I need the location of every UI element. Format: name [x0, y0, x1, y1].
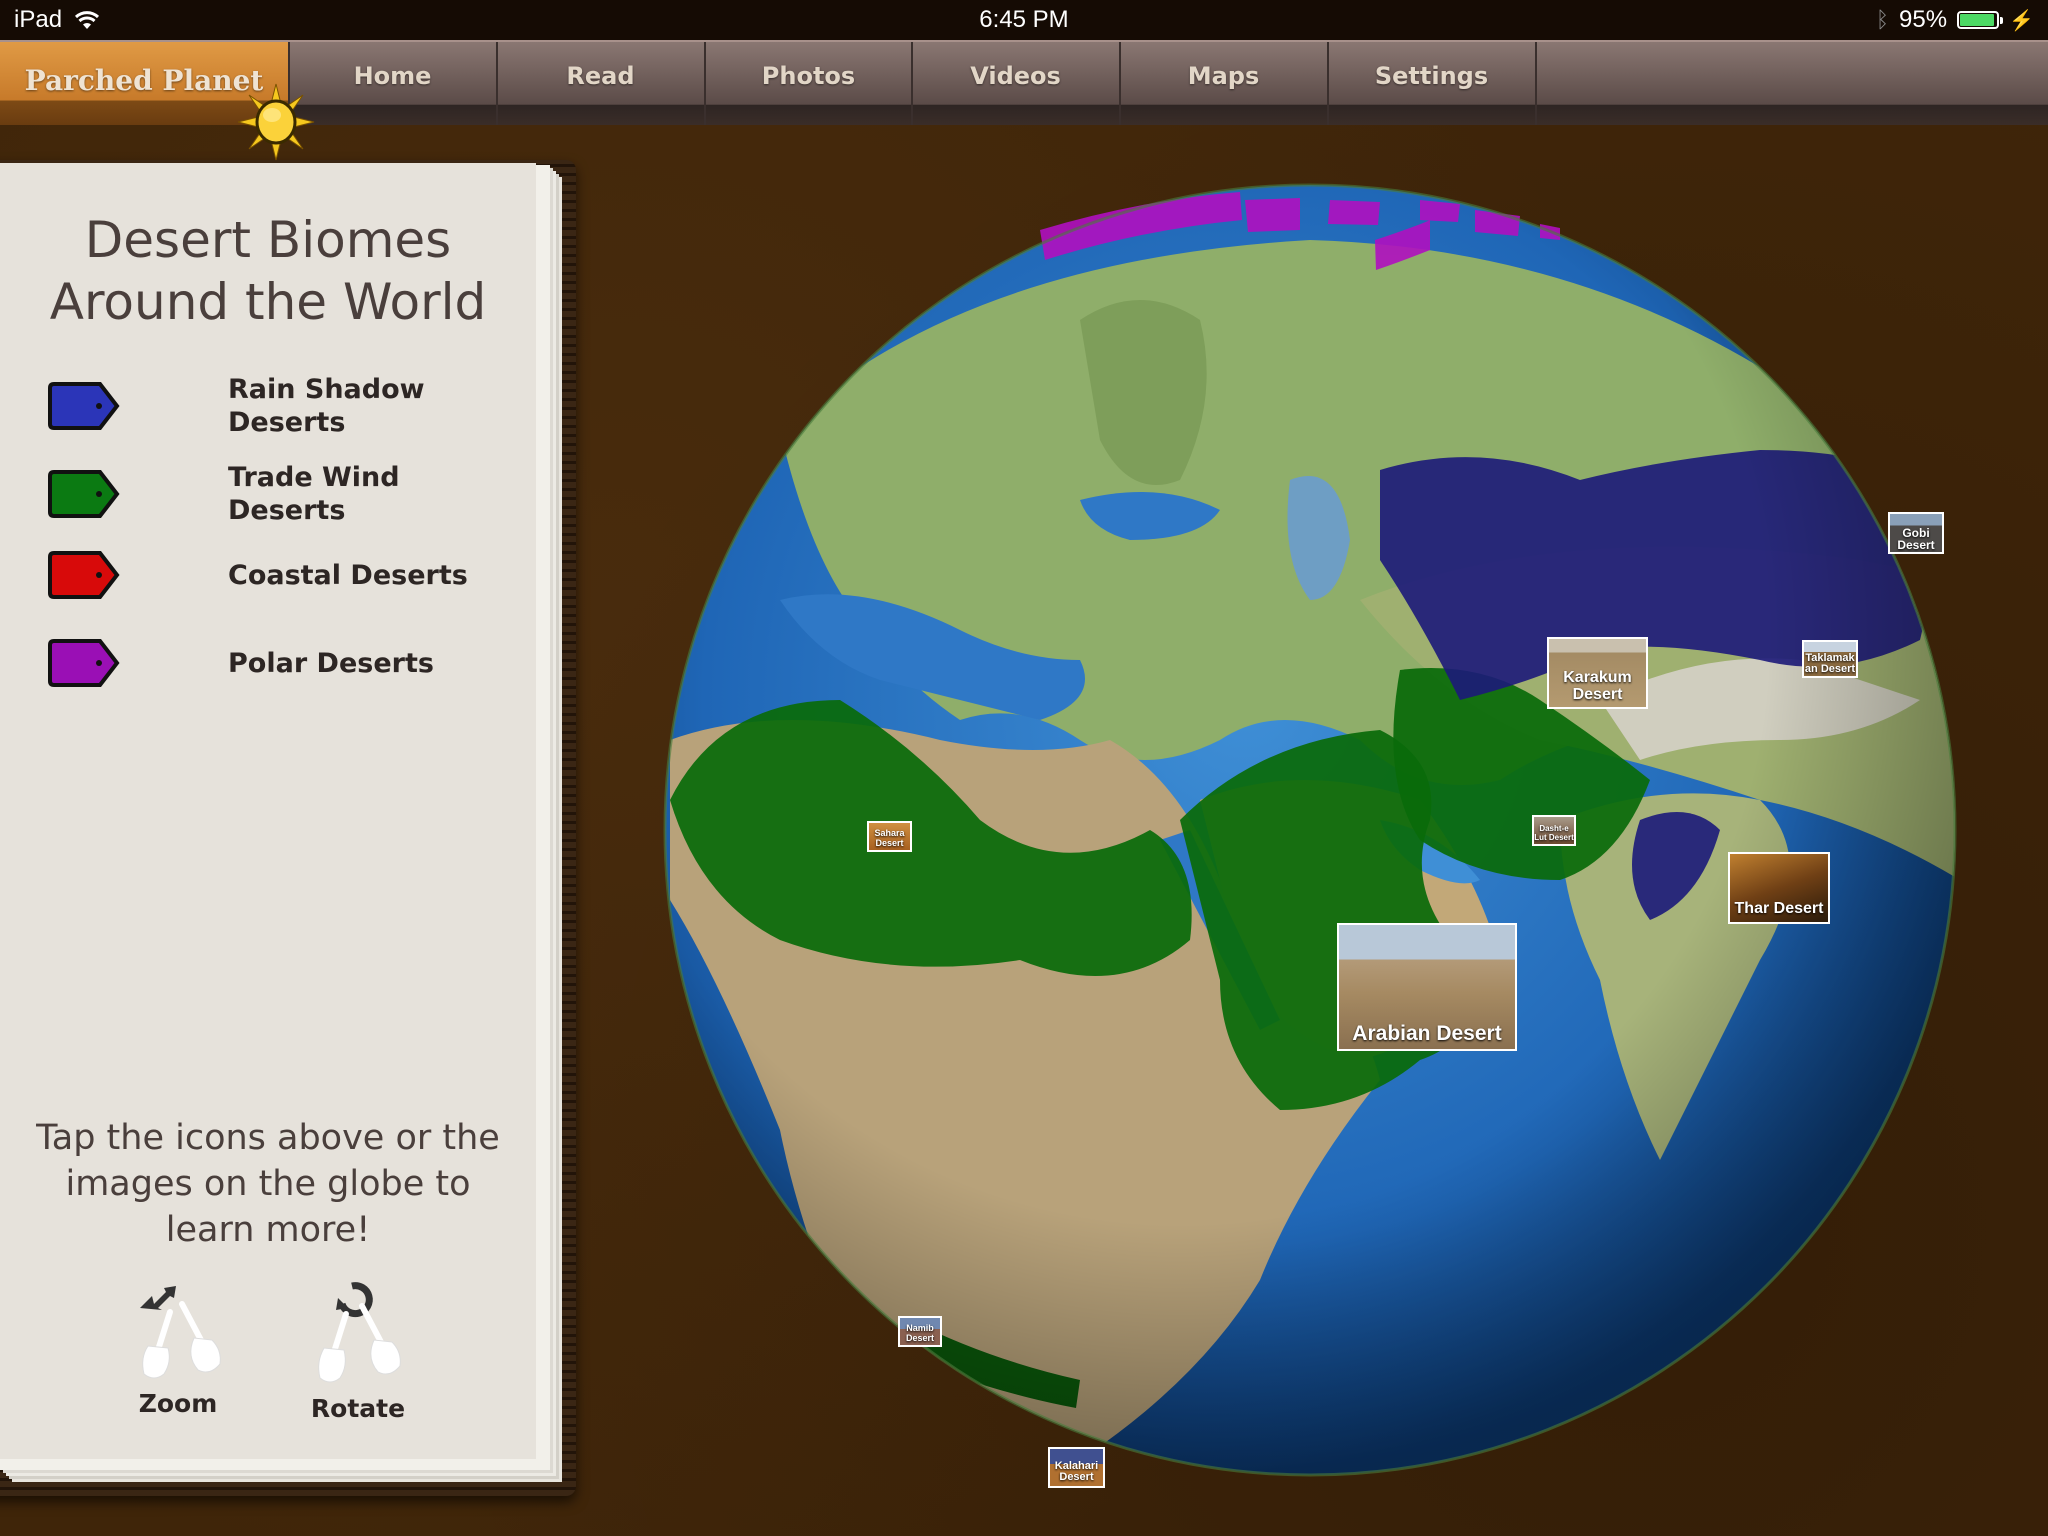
- tab-label: Settings: [1374, 62, 1489, 90]
- help-line: Tap the icons above or the: [36, 1118, 500, 1158]
- marker-label: Desert: [905, 1332, 934, 1343]
- gesture-label: Zoom: [138, 1389, 218, 1418]
- marker-label: Lut Desert: [1534, 832, 1574, 842]
- brand-title: Parched Planet: [24, 64, 264, 97]
- tab-home[interactable]: Home: [288, 42, 495, 125]
- marker-arabian-desert[interactable]: Arabian Desert: [1337, 923, 1517, 1051]
- globe-view[interactable]: [660, 180, 1960, 1480]
- battery-level: [1960, 14, 1995, 26]
- legend-panel: Desert Biomes Around the World Rain Shad…: [0, 163, 536, 1459]
- blue-tag-icon: [48, 382, 120, 430]
- help-text: Tap the icons above or the images on the…: [0, 1115, 536, 1253]
- green-tag-icon: [48, 470, 120, 518]
- tab-label: Maps: [1187, 62, 1260, 90]
- marker-label: an Desert: [1804, 663, 1856, 676]
- tab-label: Videos: [970, 62, 1061, 90]
- marker-label: Desert: [1572, 686, 1623, 704]
- marker-namib-desert[interactable]: Namib Desert: [898, 1316, 942, 1347]
- pinch-zoom-icon: [140, 1286, 221, 1379]
- nav-empty-space: [1535, 42, 2048, 125]
- tab-photos[interactable]: Photos: [704, 42, 911, 125]
- title-line: Around the World: [49, 273, 487, 331]
- gesture-label: Rotate: [310, 1394, 406, 1423]
- red-tag-icon: [48, 551, 120, 599]
- globe[interactable]: [660, 180, 1960, 1480]
- help-line: learn more!: [165, 1210, 371, 1250]
- rotate-gesture-hint: Rotate: [298, 1278, 418, 1423]
- sun-icon: [237, 83, 315, 161]
- marker-label: Desert: [1897, 538, 1935, 553]
- tab-label: Home: [353, 62, 432, 90]
- tab-read[interactable]: Read: [496, 42, 703, 125]
- two-finger-rotate-icon: [318, 1282, 401, 1383]
- panel-title: Desert Biomes Around the World: [0, 209, 536, 333]
- tab-videos[interactable]: Videos: [911, 42, 1118, 125]
- title-line: Desert Biomes: [84, 211, 452, 269]
- legend-label: Deserts: [228, 495, 346, 526]
- legend-label: Coastal Deserts: [228, 559, 468, 591]
- tab-label: Read: [566, 62, 635, 90]
- marker-dasht-e-lut-desert[interactable]: Dasht-e Lut Desert: [1532, 815, 1576, 846]
- marker-gobi-desert[interactable]: Gobi Desert: [1888, 512, 1944, 554]
- purple-tag-icon: [48, 639, 120, 687]
- globe-shading: [665, 185, 1955, 1475]
- legend-item-trade-wind[interactable]: Trade Wind Deserts: [48, 461, 528, 527]
- charging-bolt-icon: ⚡: [2009, 9, 2034, 32]
- marker-label: Thar Desert: [1734, 900, 1824, 918]
- legend-item-rain-shadow[interactable]: Rain Shadow Deserts: [48, 373, 528, 439]
- tab-maps[interactable]: Maps: [1119, 42, 1326, 125]
- help-line: images on the globe to: [65, 1164, 471, 1204]
- marker-thar-desert[interactable]: Thar Desert: [1728, 852, 1830, 924]
- tab-settings[interactable]: Settings: [1327, 42, 1534, 125]
- marker-kalahari-desert[interactable]: Kalahari Desert: [1048, 1447, 1105, 1488]
- marker-label: Karakum: [1563, 669, 1632, 687]
- marker-label: Desert: [1059, 1471, 1094, 1484]
- status-bar: iPad 6:45 PM ᛒ 95% ⚡: [0, 0, 2048, 40]
- legend-label: Trade Wind: [228, 462, 400, 493]
- legend-item-polar[interactable]: Polar Deserts: [48, 638, 528, 688]
- bluetooth-icon: ᛒ: [1875, 7, 1890, 32]
- legend-item-coastal[interactable]: Coastal Deserts: [48, 550, 528, 600]
- legend-label: Rain Shadow: [228, 374, 425, 405]
- legend-label: Deserts: [228, 407, 346, 438]
- marker-label: Arabian Desert: [1352, 1021, 1502, 1045]
- zoom-gesture-hint: Zoom: [118, 1278, 238, 1418]
- marker-karakum-desert[interactable]: Karakum Desert: [1547, 637, 1648, 709]
- marker-label: Desert: [875, 837, 904, 848]
- marker-sahara-desert[interactable]: Sahara Desert: [867, 821, 912, 852]
- clock: 6:45 PM: [979, 6, 1069, 33]
- battery-icon: [1957, 11, 2004, 29]
- battery-percent: 95%: [1899, 6, 1948, 33]
- marker-taklamakan-desert[interactable]: Taklamak an Desert: [1802, 640, 1858, 678]
- legend-label: Polar Deserts: [228, 647, 434, 679]
- tab-label: Photos: [761, 62, 856, 90]
